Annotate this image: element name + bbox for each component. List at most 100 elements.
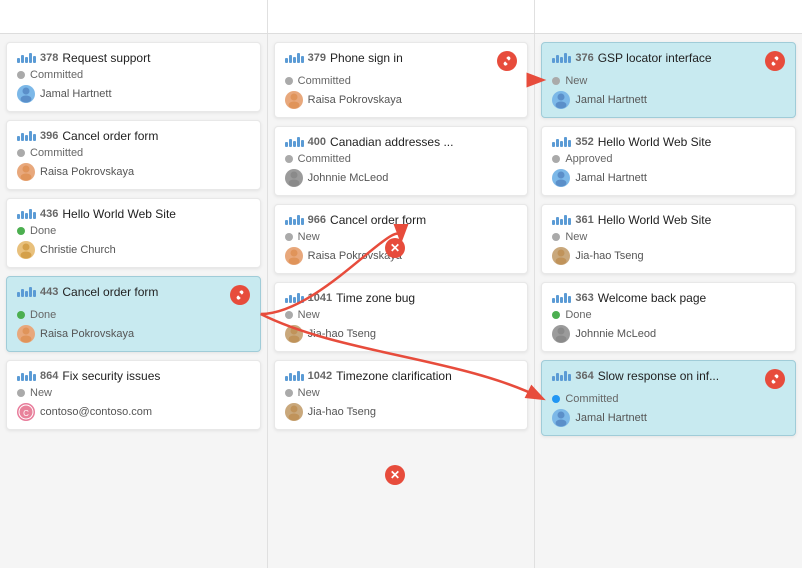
card-name: Welcome back page bbox=[598, 291, 707, 305]
card-title: 352Hello World Web Site bbox=[552, 135, 785, 149]
assignee-name: Jia-hao Tseng bbox=[308, 328, 376, 340]
card-352[interactable]: 352Hello World Web Site Approved Jamal Har… bbox=[541, 126, 796, 196]
column-february: 379 Phone sign in Committed Raisa Pokrovska… bbox=[268, 34, 536, 568]
card-title-row: 436Hello World Web Site bbox=[17, 207, 250, 221]
status-dot bbox=[17, 149, 25, 157]
card-id: 361 bbox=[575, 214, 593, 226]
card-title-row: 400Canadian addresses ... bbox=[285, 135, 518, 149]
avatar bbox=[552, 325, 570, 343]
bar-icon bbox=[552, 293, 571, 303]
status-row: New bbox=[285, 387, 518, 399]
card-title: 400Canadian addresses ... bbox=[285, 135, 518, 149]
card-378[interactable]: 378Request support Committed Jamal Hartnet… bbox=[6, 42, 261, 112]
assignee-name: Johnnie McLeod bbox=[575, 328, 656, 340]
card-id: 396 bbox=[40, 130, 58, 142]
card-364[interactable]: 364Slow response on inf... Committed Jamal… bbox=[541, 360, 796, 436]
status-text: New bbox=[30, 387, 52, 399]
link-icon[interactable] bbox=[765, 369, 785, 389]
assignee-row: Ccontoso@contoso.com bbox=[17, 403, 250, 421]
status-row: Done bbox=[17, 309, 250, 321]
card-name: Cancel order form bbox=[62, 129, 158, 143]
status-text: New bbox=[298, 231, 320, 243]
card-396[interactable]: 396Cancel order formCommittedRaisa Pokro… bbox=[6, 120, 261, 190]
card-id: 443 bbox=[40, 286, 58, 298]
status-dot bbox=[552, 77, 560, 85]
card-title-row: 364Slow response on inf... bbox=[552, 369, 785, 389]
assignee-name: Jamal Hartnett bbox=[575, 172, 647, 184]
link-icon[interactable] bbox=[230, 285, 250, 305]
status-row: Approved bbox=[552, 153, 785, 165]
assignee-name: Christie Church bbox=[40, 244, 116, 256]
bar-icon bbox=[552, 53, 571, 63]
avatar bbox=[552, 247, 570, 265]
status-text: Approved bbox=[565, 153, 612, 165]
card-title-row: 378Request support bbox=[17, 51, 250, 65]
avatar bbox=[17, 85, 35, 103]
status-text: New bbox=[298, 309, 320, 321]
bar-icon bbox=[285, 53, 304, 63]
status-row: Committed bbox=[552, 393, 785, 405]
assignee-name: Raisa Pokrovskaya bbox=[40, 328, 134, 340]
assignee-row: Jamal Hartnett bbox=[17, 85, 250, 103]
card-376[interactable]: 376GSP locator interfaceNewJamal Hartnet… bbox=[541, 42, 796, 118]
status-dot bbox=[17, 71, 25, 79]
column-january: 378Request support Committed Jamal Hartnet… bbox=[0, 34, 268, 568]
card-379[interactable]: 379 Phone sign in Committed Raisa Pokrovska… bbox=[274, 42, 529, 118]
bar-icon bbox=[552, 137, 571, 147]
card-name: Cancel order form bbox=[62, 285, 158, 299]
card-title: 361Hello World Web Site bbox=[552, 213, 785, 227]
bar-icon bbox=[285, 215, 304, 225]
assignee-row: Johnnie McLeod bbox=[285, 169, 518, 187]
card-400[interactable]: 400Canadian addresses ...CommittedJohnni… bbox=[274, 126, 529, 196]
assignee-name: Johnnie McLeod bbox=[308, 172, 389, 184]
card-name: Canadian addresses ... bbox=[330, 135, 453, 149]
card-966[interactable]: 966Cancel order formNewRaisa Pokrovskaya bbox=[274, 204, 529, 274]
assignee-name: Jamal Hartnett bbox=[40, 88, 112, 100]
status-text: Committed bbox=[565, 393, 618, 405]
status-row: New bbox=[285, 309, 518, 321]
card-title: 379 Phone sign in bbox=[285, 51, 498, 65]
card-864[interactable]: 864Fix security issues New Ccontoso@contos… bbox=[6, 360, 261, 430]
assignee-row: Raisa Pokrovskaya bbox=[17, 325, 250, 343]
status-dot bbox=[552, 311, 560, 319]
status-row: New bbox=[285, 231, 518, 243]
bar-icon bbox=[17, 209, 36, 219]
card-name: Request support bbox=[62, 51, 150, 65]
status-dot bbox=[552, 395, 560, 403]
card-443[interactable]: 443 Cancel order form Done Raisa Pokrovskay… bbox=[6, 276, 261, 352]
status-dot bbox=[17, 227, 25, 235]
card-title-row: 376GSP locator interface bbox=[552, 51, 785, 71]
status-row: Committed bbox=[285, 75, 518, 87]
link-icon[interactable] bbox=[765, 51, 785, 71]
avatar bbox=[285, 247, 303, 265]
card-name: Slow response on inf... bbox=[598, 369, 719, 383]
card-1041[interactable]: 1041Time zone bug New Jia-hao Tseng bbox=[274, 282, 529, 352]
card-id: 379 bbox=[308, 52, 326, 64]
card-361[interactable]: 361Hello World Web SiteNewJia-hao Tseng bbox=[541, 204, 796, 274]
assignee-row: Jia-hao Tseng bbox=[285, 325, 518, 343]
header-march bbox=[535, 0, 802, 33]
status-text: Done bbox=[30, 225, 56, 237]
card-1042[interactable]: 1042Timezone clarificationNewJia-hao Tse… bbox=[274, 360, 529, 430]
card-title: 378Request support bbox=[17, 51, 250, 65]
card-id: 436 bbox=[40, 208, 58, 220]
status-dot bbox=[285, 155, 293, 163]
status-dot bbox=[285, 389, 293, 397]
assignee-row: Jamal Hartnett bbox=[552, 409, 785, 427]
card-name: Phone sign in bbox=[330, 51, 403, 65]
status-text: Done bbox=[565, 309, 591, 321]
status-text: New bbox=[565, 231, 587, 243]
card-436[interactable]: 436Hello World Web Site Done Christie Chur… bbox=[6, 198, 261, 268]
card-title-row: 1041Time zone bug bbox=[285, 291, 518, 305]
header-january bbox=[0, 0, 268, 33]
column-march: 376GSP locator interface New Jamal Hartnet… bbox=[535, 34, 802, 568]
status-row: Done bbox=[552, 309, 785, 321]
card-363[interactable]: 363Welcome back pageDoneJohnnie McLeod bbox=[541, 282, 796, 352]
card-title-row: 864Fix security issues bbox=[17, 369, 250, 383]
card-title-row: 1042Timezone clarification bbox=[285, 369, 518, 383]
status-row: Committed bbox=[17, 69, 250, 81]
avatar bbox=[285, 403, 303, 421]
assignee-name: Raisa Pokrovskaya bbox=[308, 94, 402, 106]
card-title-row: 361Hello World Web Site bbox=[552, 213, 785, 227]
link-icon[interactable] bbox=[497, 51, 517, 71]
